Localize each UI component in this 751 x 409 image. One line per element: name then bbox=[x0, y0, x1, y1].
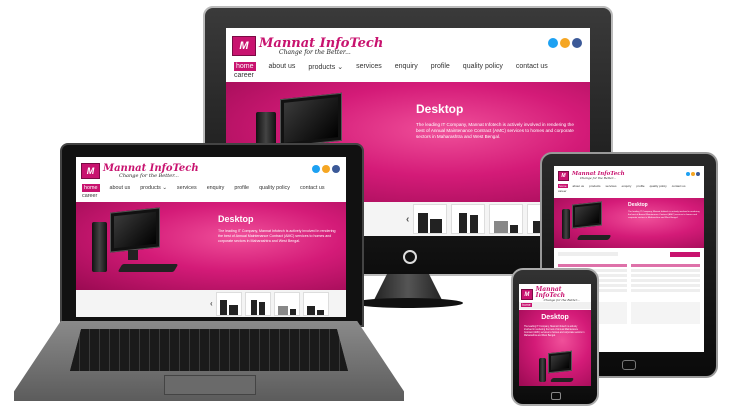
facebook-icon[interactable] bbox=[696, 172, 700, 176]
mobile-nav-bar[interactable]: home bbox=[519, 302, 591, 309]
brand-tagline: Change for the Better... bbox=[580, 176, 616, 181]
main-nav: home about us products ⌄ services enquir… bbox=[82, 184, 344, 199]
main-nav: home about us products services enquiry … bbox=[558, 184, 702, 193]
logo[interactable]: M Mannat InfoTech Change for the Better.… bbox=[232, 36, 383, 56]
hero-title: Desktop bbox=[541, 314, 569, 321]
nav-about[interactable]: about us bbox=[573, 184, 585, 188]
nav-products[interactable]: products ⌄ bbox=[140, 185, 167, 191]
hero-title: Desktop bbox=[218, 214, 254, 224]
nav-home[interactable]: home bbox=[234, 62, 256, 71]
nav-enquiry[interactable]: enquiry bbox=[622, 184, 632, 188]
nav-quality-policy[interactable]: quality policy bbox=[259, 185, 290, 191]
nav-home[interactable]: home bbox=[82, 184, 100, 192]
nav-home[interactable]: home bbox=[558, 184, 568, 188]
logo-mark: M bbox=[521, 289, 533, 300]
laptop-site: M Mannat InfoTech Change for the Better.… bbox=[76, 157, 346, 317]
nav-enquiry[interactable]: enquiry bbox=[395, 63, 418, 70]
chevron-down-icon: ⌄ bbox=[162, 185, 167, 191]
nav-career[interactable]: career bbox=[234, 72, 584, 79]
slider-thumb[interactable] bbox=[215, 291, 242, 316]
hero-banner: Desktop The leading IT Company, Mannat I… bbox=[519, 310, 591, 386]
email-icon[interactable] bbox=[560, 38, 570, 48]
hero-text: The leading IT Company, Mannat Infotech … bbox=[628, 211, 700, 219]
chevron-down-icon: ⌄ bbox=[337, 63, 344, 71]
nav-contact[interactable]: contact us bbox=[672, 184, 686, 188]
main-nav: home about us products ⌄ services enquir… bbox=[234, 62, 584, 79]
nav-profile[interactable]: profile bbox=[234, 185, 249, 191]
hero-text: The leading IT Company, Mannat Infotech … bbox=[218, 229, 336, 243]
slider-thumb[interactable] bbox=[489, 204, 524, 234]
quote-button[interactable] bbox=[670, 252, 700, 257]
facebook-icon[interactable] bbox=[332, 165, 340, 173]
nav-home[interactable]: home bbox=[521, 303, 532, 307]
brand-tagline: Change for the Better... bbox=[119, 172, 179, 179]
logo[interactable]: M Mannat InfoTech Change for the Better.… bbox=[521, 287, 591, 302]
nav-products[interactable]: products bbox=[589, 184, 601, 188]
nav-services[interactable]: services bbox=[177, 185, 197, 191]
hero-text: The leading IT Company, Mannat Infotech … bbox=[524, 326, 585, 338]
nav-quality-policy[interactable]: quality policy bbox=[650, 184, 667, 188]
nav-products-label: products bbox=[308, 63, 336, 71]
nav-contact[interactable]: contact us bbox=[300, 185, 325, 191]
nav-contact[interactable]: contact us bbox=[516, 63, 548, 70]
hero-text: The leading IT Company, Mannat Infotech … bbox=[416, 122, 574, 140]
laptop: M Mannat InfoTech Change for the Better.… bbox=[14, 143, 404, 405]
logo-mark: M bbox=[81, 163, 100, 179]
hero-banner: Desktop The leading IT Company, Mannat I… bbox=[554, 198, 704, 248]
nav-services[interactable]: services bbox=[606, 184, 617, 188]
social-links bbox=[548, 38, 582, 48]
twitter-icon[interactable] bbox=[548, 38, 558, 48]
brand-name: Mannat InfoTech bbox=[103, 162, 199, 174]
hero-title: Desktop bbox=[628, 202, 648, 208]
email-icon[interactable] bbox=[691, 172, 695, 176]
brand-name: Mannat InfoTech bbox=[259, 35, 384, 51]
twitter-icon[interactable] bbox=[686, 172, 690, 176]
phone-site: M Mannat InfoTech Change for the Better.… bbox=[519, 284, 591, 386]
slider-prev[interactable]: ‹ bbox=[406, 214, 409, 225]
nav-career[interactable]: career bbox=[558, 189, 702, 193]
email-icon[interactable] bbox=[322, 165, 330, 173]
nav-about[interactable]: about us bbox=[269, 63, 296, 70]
social-links bbox=[686, 172, 700, 176]
twitter-icon[interactable] bbox=[312, 165, 320, 173]
nav-enquiry[interactable]: enquiry bbox=[207, 185, 225, 191]
slider-thumb[interactable] bbox=[244, 291, 271, 316]
slider-thumb[interactable] bbox=[413, 204, 448, 234]
slider-thumb[interactable] bbox=[273, 291, 300, 316]
product-slider: ‹ bbox=[76, 290, 346, 317]
nav-profile[interactable]: profile bbox=[431, 63, 450, 70]
power-icon[interactable] bbox=[403, 250, 417, 264]
nav-about[interactable]: about us bbox=[110, 185, 131, 191]
nav-career[interactable]: career bbox=[82, 193, 344, 199]
logo[interactable]: M Mannat InfoTech Change for the Better.… bbox=[558, 171, 625, 181]
logo-mark: M bbox=[558, 171, 569, 181]
nav-quality-policy[interactable]: quality policy bbox=[463, 63, 503, 70]
tablet-home-button[interactable] bbox=[622, 360, 636, 370]
facebook-icon[interactable] bbox=[572, 38, 582, 48]
nav-products[interactable]: products ⌄ bbox=[308, 63, 343, 71]
hero-title: Desktop bbox=[416, 102, 464, 116]
slider-thumb[interactable] bbox=[451, 204, 486, 234]
smartphone: M Mannat InfoTech Change for the Better.… bbox=[511, 268, 599, 406]
nav-services[interactable]: services bbox=[356, 63, 382, 70]
hero-banner: Desktop The leading IT Company, Mannat I… bbox=[76, 202, 346, 290]
social-links bbox=[312, 165, 340, 173]
nav-products-label: products bbox=[140, 185, 161, 191]
logo-mark: M bbox=[232, 36, 256, 56]
slider-thumb[interactable] bbox=[302, 291, 329, 316]
nav-profile[interactable]: profile bbox=[636, 184, 644, 188]
phone-home-icon[interactable] bbox=[551, 392, 561, 400]
logo[interactable]: M Mannat InfoTech Change for the Better.… bbox=[81, 163, 199, 179]
slider-prev[interactable]: ‹ bbox=[210, 299, 213, 308]
